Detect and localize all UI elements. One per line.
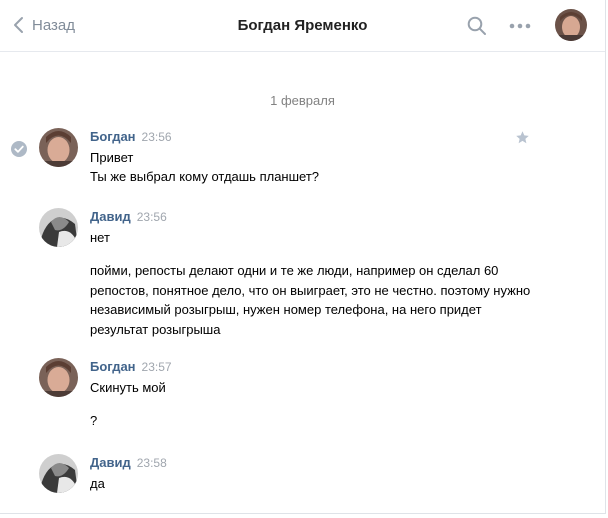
date-separator: 1 февраля [270, 93, 335, 108]
message-text: пойми, репосты делают одни и те же люди,… [90, 263, 531, 337]
author-name[interactable]: Богдан [90, 129, 136, 144]
chat-window: Назад Богдан Яременко 1 февраля Богдан 2… [0, 0, 606, 514]
star-icon[interactable] [515, 130, 530, 145]
message-text: нет [90, 230, 110, 245]
message-time: 23:56 [141, 130, 172, 144]
message-meta: Богдан 23:57 [90, 358, 172, 376]
message-meta: Богдан 23:56 [90, 128, 172, 146]
avatar[interactable] [39, 128, 78, 167]
message-text: Ты же выбрал кому отдашь планшет? [90, 169, 320, 184]
select-check-icon[interactable] [11, 141, 27, 157]
message-text: да [90, 476, 105, 491]
avatar[interactable] [39, 358, 78, 397]
header-avatar[interactable] [555, 9, 587, 41]
author-name[interactable]: Давид [90, 209, 131, 224]
chat-header: Назад Богдан Яременко [0, 0, 605, 52]
author-name[interactable]: Богдан [90, 359, 136, 374]
avatar[interactable] [39, 454, 78, 493]
message-time: 23:58 [136, 456, 167, 470]
author-name[interactable]: Давид [90, 455, 131, 470]
message-time: 23:57 [141, 360, 172, 374]
message-text: Привет [90, 150, 134, 165]
message-text: Скинуть мой [90, 380, 166, 395]
message-meta: Давид 23:58 [90, 454, 167, 472]
message-text: ? [90, 413, 98, 428]
message-meta: Давид 23:56 [90, 208, 167, 226]
message-time: 23:56 [136, 210, 167, 224]
avatar[interactable] [39, 208, 78, 247]
more-icon[interactable] [507, 16, 533, 36]
search-icon[interactable] [467, 16, 487, 36]
